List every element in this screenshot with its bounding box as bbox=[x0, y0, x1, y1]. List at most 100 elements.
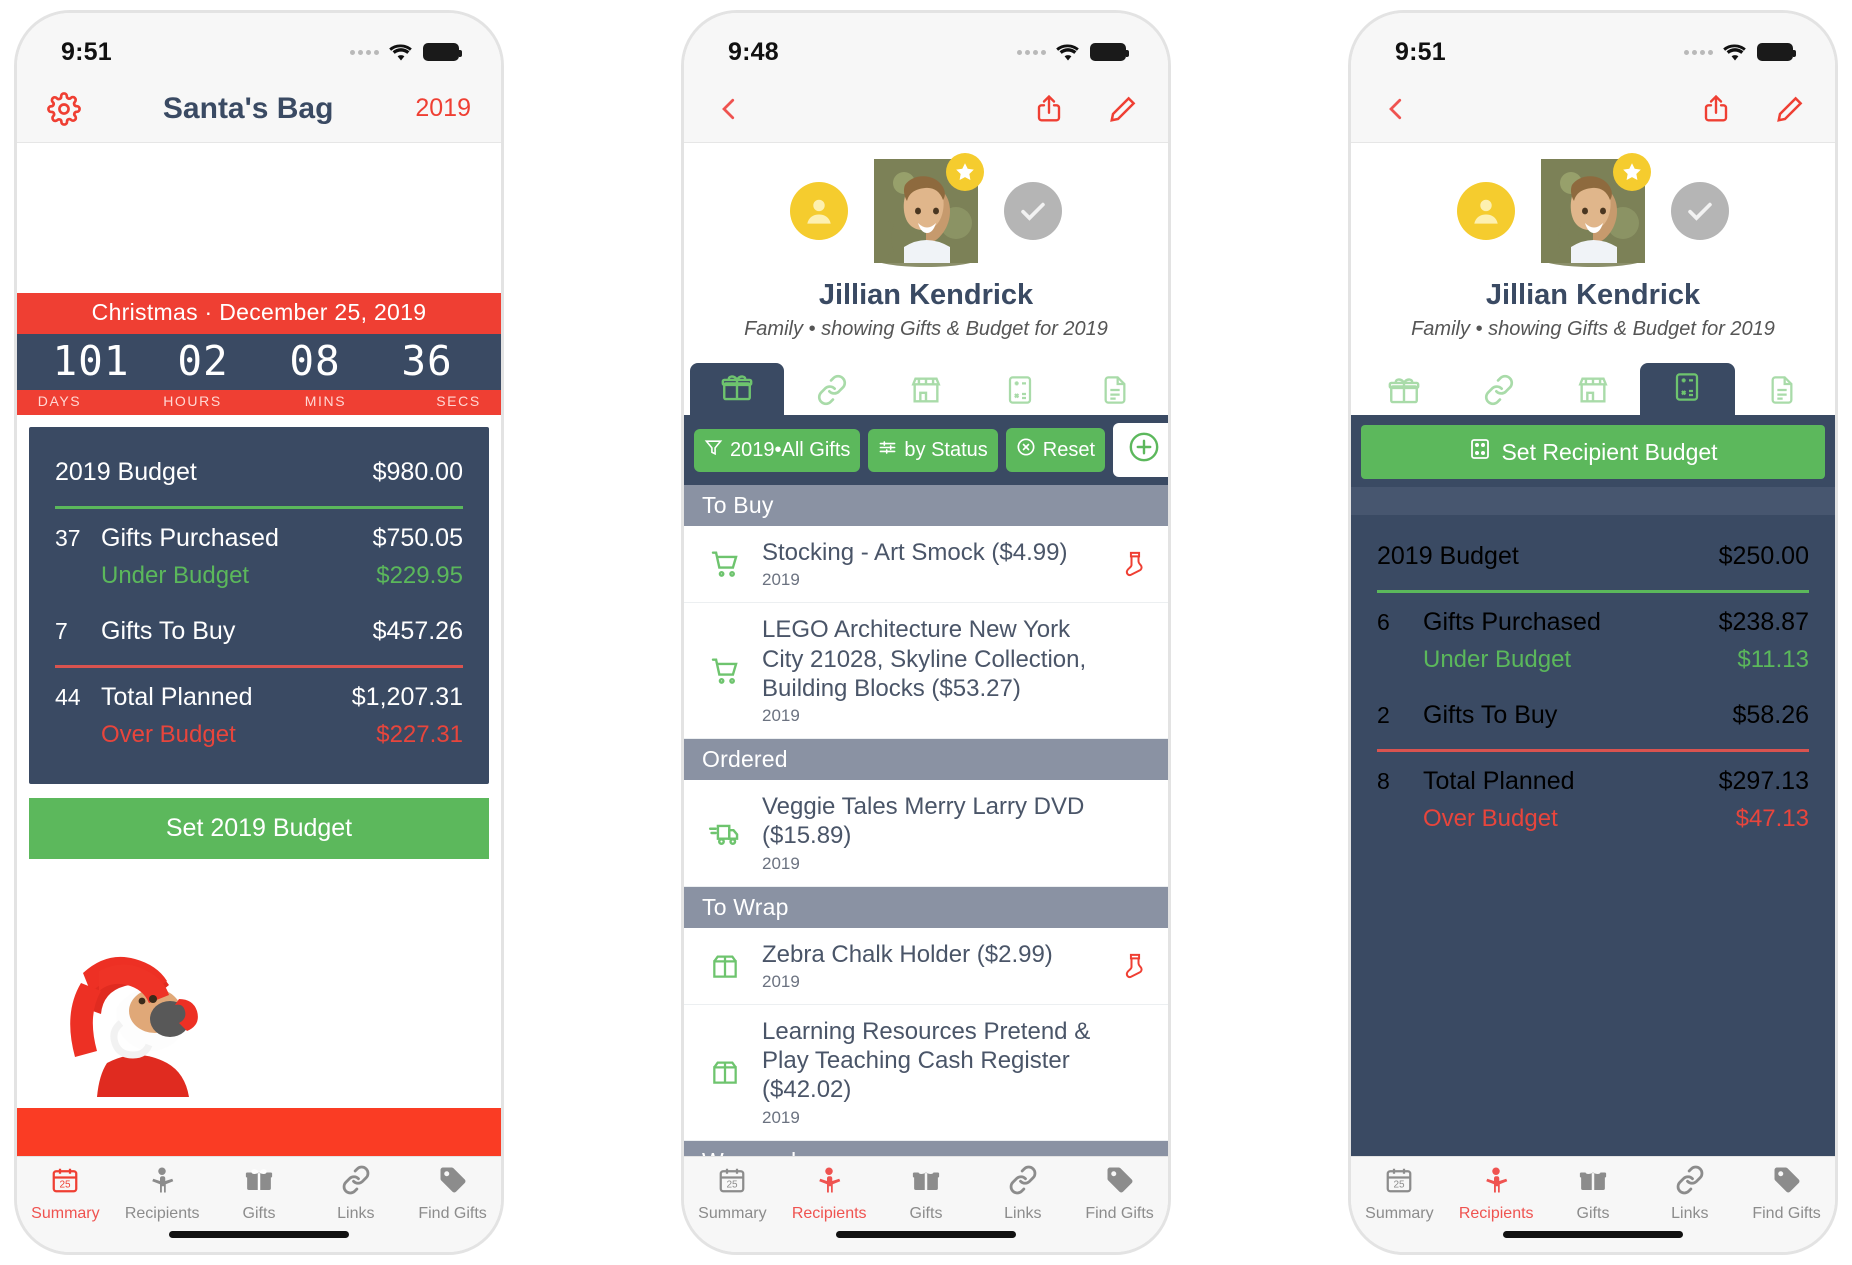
tab-label: Recipients bbox=[124, 1205, 200, 1222]
row-label: Gifts Purchased bbox=[1423, 608, 1601, 636]
star-icon bbox=[946, 153, 984, 191]
share-icon[interactable] bbox=[1034, 93, 1064, 125]
row-label: Gifts Purchased bbox=[101, 524, 279, 552]
tab-links[interactable]: Links bbox=[307, 1165, 404, 1223]
gift-title: Learning Resources Pretend & Play Teachi… bbox=[762, 1017, 1091, 1104]
tab-find-gifts[interactable]: Find Gifts bbox=[1738, 1165, 1835, 1223]
row-count: 2 bbox=[1377, 702, 1390, 728]
battery-full-icon bbox=[1757, 43, 1796, 61]
tab-label: Gifts bbox=[909, 1205, 943, 1222]
budget-title-value: $250.00 bbox=[1718, 542, 1809, 570]
tab-label: Summary bbox=[698, 1205, 767, 1222]
year-selector[interactable]: 2019 bbox=[415, 94, 471, 123]
wifi-icon bbox=[1722, 43, 1748, 62]
calculator-icon bbox=[1468, 437, 1492, 467]
tab-notes[interactable] bbox=[1735, 369, 1829, 415]
tab-budget[interactable] bbox=[1640, 363, 1735, 415]
gift-icon bbox=[1387, 373, 1421, 412]
santa-illustration-area bbox=[17, 859, 501, 1108]
tab-gifts[interactable] bbox=[1357, 369, 1451, 415]
share-icon[interactable] bbox=[1701, 93, 1731, 125]
tab-gifts[interactable]: Gifts bbox=[878, 1165, 975, 1223]
table-row: Over Budget $47.13 bbox=[1377, 805, 1809, 842]
pencil-icon[interactable] bbox=[1108, 93, 1138, 125]
tab-summary[interactable]: 25 Summary bbox=[17, 1165, 114, 1223]
santa-claus-illustration bbox=[47, 953, 237, 1108]
battery-full-icon bbox=[423, 43, 462, 61]
gift-year: 2019 bbox=[762, 706, 800, 726]
avatar[interactable] bbox=[1541, 153, 1651, 267]
person-circle-icon[interactable] bbox=[790, 182, 848, 240]
tab-summary[interactable]: 25 Summary bbox=[684, 1165, 781, 1223]
set-recipient-budget-button[interactable]: Set Recipient Budget bbox=[1361, 425, 1825, 479]
person-circle-icon[interactable] bbox=[1457, 182, 1515, 240]
gift-icon bbox=[244, 1165, 274, 1200]
countdown-mins-value: 08 bbox=[289, 337, 341, 385]
check-circle-icon[interactable] bbox=[1671, 182, 1729, 240]
tab-links[interactable] bbox=[1451, 369, 1545, 415]
add-gift-button[interactable] bbox=[1113, 423, 1168, 477]
tab-recipients[interactable]: Recipients bbox=[114, 1165, 211, 1223]
link-icon bbox=[816, 374, 848, 411]
red-divider bbox=[1377, 749, 1809, 752]
tab-stores[interactable] bbox=[879, 369, 973, 415]
row-value: $750.05 bbox=[372, 524, 463, 552]
tab-summary[interactable]: 25 Summary bbox=[1351, 1165, 1448, 1223]
list-item[interactable]: Learning Resources Pretend & Play Teachi… bbox=[684, 1005, 1168, 1141]
gift-list[interactable]: To Buy Stocking - Art Smock ($4.99) 2019 bbox=[684, 485, 1168, 1156]
tab-links[interactable]: Links bbox=[974, 1165, 1071, 1223]
recipient-profile: Jillian Kendrick Family • showing Gifts … bbox=[684, 143, 1168, 351]
tab-recipients[interactable]: Recipients bbox=[1448, 1165, 1545, 1223]
wifi-icon bbox=[1055, 43, 1081, 62]
stocking-icon bbox=[1118, 951, 1152, 981]
phone-summary: 9:51 Santa's Bag 2019 Christmas · Decemb… bbox=[14, 10, 504, 1255]
list-item[interactable]: Zebra Chalk Holder ($2.99) 2019 bbox=[684, 928, 1168, 1005]
budget-summary-card: 2019 Budget $980.00 37 Gifts Purchased $… bbox=[29, 427, 489, 784]
chevron-left-icon[interactable] bbox=[714, 91, 744, 127]
reset-filters-button[interactable]: Reset bbox=[1005, 428, 1106, 472]
countdown-days-value: 101 bbox=[52, 337, 130, 385]
avatar[interactable] bbox=[874, 153, 984, 267]
row-value: $11.13 bbox=[1737, 646, 1809, 673]
tab-gifts[interactable] bbox=[690, 363, 785, 415]
tab-label: Gifts bbox=[242, 1205, 276, 1222]
section-header: To Buy bbox=[684, 485, 1168, 526]
tab-links[interactable] bbox=[784, 369, 878, 415]
tab-find-gifts[interactable]: Find Gifts bbox=[404, 1165, 501, 1223]
plus-circle-icon bbox=[1127, 430, 1161, 470]
tab-gifts[interactable]: Gifts bbox=[1545, 1165, 1642, 1223]
row-value: $1,207.31 bbox=[351, 683, 463, 711]
tab-gifts[interactable]: Gifts bbox=[211, 1165, 308, 1223]
store-icon bbox=[909, 373, 943, 412]
filter-year-gifts-button[interactable]: 2019•All Gifts bbox=[694, 428, 861, 472]
avatar-photo bbox=[1541, 159, 1645, 267]
row-count: 44 bbox=[55, 684, 81, 710]
svg-text:25: 25 bbox=[1394, 1180, 1406, 1191]
check-circle-icon[interactable] bbox=[1004, 182, 1062, 240]
three-phone-screenshot: 9:51 Santa's Bag 2019 Christmas · Decemb… bbox=[0, 0, 1852, 1265]
list-item[interactable]: Stocking - Art Smock ($4.99) 2019 bbox=[684, 526, 1168, 604]
tab-label: Gifts bbox=[1576, 1205, 1610, 1222]
tab-label: Find Gifts bbox=[1085, 1205, 1154, 1222]
recipient-subtitle: Family • showing Gifts & Budget for 2019 bbox=[744, 318, 1108, 340]
tab-recipients[interactable]: Recipients bbox=[781, 1165, 878, 1223]
tab-label: Recipients bbox=[1458, 1205, 1534, 1222]
pencil-icon[interactable] bbox=[1775, 93, 1805, 125]
tab-links[interactable]: Links bbox=[1641, 1165, 1738, 1223]
filter-by-status-button[interactable]: by Status bbox=[868, 428, 998, 472]
tab-find-gifts[interactable]: Find Gifts bbox=[1071, 1165, 1168, 1223]
tab-stores[interactable] bbox=[1546, 369, 1640, 415]
budget-summary-card: 2019 Budget $250.00 6 Gifts Purchased $2… bbox=[1351, 515, 1835, 864]
table-row: 6 Gifts Purchased $238.87 bbox=[1377, 599, 1809, 646]
link-icon bbox=[1675, 1165, 1705, 1200]
chevron-left-icon[interactable] bbox=[1381, 91, 1411, 127]
tab-label: Summary bbox=[1365, 1205, 1434, 1222]
shopping-cart-icon bbox=[704, 654, 746, 688]
tab-notes[interactable] bbox=[1068, 369, 1162, 415]
gear-icon[interactable] bbox=[47, 91, 81, 126]
set-budget-button[interactable]: Set 2019 Budget bbox=[29, 798, 489, 859]
person-icon bbox=[147, 1165, 177, 1200]
list-item[interactable]: Veggie Tales Merry Larry DVD ($15.89) 20… bbox=[684, 780, 1168, 887]
tab-budget[interactable] bbox=[973, 369, 1067, 415]
list-item[interactable]: LEGO Architecture New York City 21028, S… bbox=[684, 603, 1168, 740]
